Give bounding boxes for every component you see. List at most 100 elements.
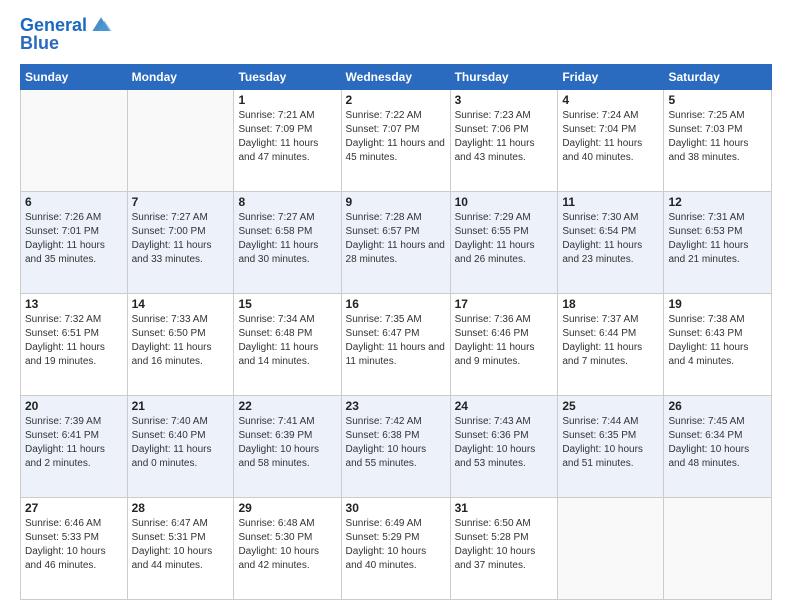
day-number: 7 <box>132 195 230 209</box>
calendar-cell: 8Sunrise: 7:27 AM Sunset: 6:58 PM Daylig… <box>234 191 341 293</box>
calendar-cell: 29Sunrise: 6:48 AM Sunset: 5:30 PM Dayli… <box>234 497 341 599</box>
day-detail: Sunrise: 7:39 AM Sunset: 6:41 PM Dayligh… <box>25 415 123 471</box>
day-number: 6 <box>25 195 123 209</box>
day-number: 27 <box>25 501 123 515</box>
calendar-cell: 26 Sunrise: 7:45 AM Sunset: 6:34 PM Dayli… <box>664 395 772 497</box>
day-number: 8 <box>238 195 336 209</box>
day-detail: Sunrise: 7:44 AM Sunset: 6:35 PM Dayligh… <box>562 415 659 471</box>
day-detail: Sunrise: 7:38 AM Sunset: 6:43 PM Dayligh… <box>668 313 767 369</box>
day-detail: Sunrise: 7:35 AM Sunset: 6:47 PM Dayligh… <box>346 313 446 369</box>
day-number: 15 <box>238 297 336 311</box>
logo-text-blue: Blue <box>20 34 59 54</box>
calendar-table: Sunday Monday Tuesday Wednesday Thursday… <box>20 64 772 600</box>
col-monday: Monday <box>127 64 234 89</box>
day-number: 21 <box>132 399 230 413</box>
calendar-cell: 28Sunrise: 6:47 AM Sunset: 5:31 PM Dayli… <box>127 497 234 599</box>
calendar-header-row: Sunday Monday Tuesday Wednesday Thursday… <box>21 64 772 89</box>
calendar-cell: 11 Sunrise: 7:30 AM Sunset: 6:54 PM Dayli… <box>558 191 664 293</box>
col-friday: Friday <box>558 64 664 89</box>
calendar-cell: 1 Sunrise: 7:21 AM Sunset: 7:09 PM Daylig… <box>234 89 341 191</box>
col-sunday: Sunday <box>21 64 128 89</box>
day-number: 19 <box>668 297 767 311</box>
calendar-cell <box>21 89 128 191</box>
day-number: 26 <box>668 399 767 413</box>
day-detail: Sunrise: 7:25 AM Sunset: 7:03 PM Dayligh… <box>668 109 767 165</box>
day-detail: Sunrise: 6:47 AM Sunset: 5:31 PM Dayligh… <box>132 517 230 573</box>
day-number: 11 <box>562 195 659 209</box>
calendar-cell <box>127 89 234 191</box>
calendar-cell: 22 Sunrise: 7:41 AM Sunset: 6:39 PM Dayli… <box>234 395 341 497</box>
calendar-cell: 12 Sunrise: 7:31 AM Sunset: 6:53 PM Dayli… <box>664 191 772 293</box>
day-number: 22 <box>238 399 336 413</box>
day-detail: Sunrise: 7:24 AM Sunset: 7:04 PM Dayligh… <box>562 109 659 165</box>
day-detail: Sunrise: 7:43 AM Sunset: 6:36 PM Dayligh… <box>455 415 554 471</box>
day-number: 14 <box>132 297 230 311</box>
day-number: 9 <box>346 195 446 209</box>
calendar-cell: 15 Sunrise: 7:34 AM Sunset: 6:48 PM Dayli… <box>234 293 341 395</box>
day-number: 18 <box>562 297 659 311</box>
calendar-cell: 3 Sunrise: 7:23 AM Sunset: 7:06 PM Daylig… <box>450 89 558 191</box>
day-detail: Sunrise: 7:34 AM Sunset: 6:48 PM Dayligh… <box>238 313 336 369</box>
calendar-cell: 27Sunrise: 6:46 AM Sunset: 5:33 PM Dayli… <box>21 497 128 599</box>
day-detail: Sunrise: 7:32 AM Sunset: 6:51 PM Dayligh… <box>25 313 123 369</box>
day-number: 25 <box>562 399 659 413</box>
day-detail: Sunrise: 7:31 AM Sunset: 6:53 PM Dayligh… <box>668 211 767 267</box>
day-number: 13 <box>25 297 123 311</box>
calendar-cell: 6 Sunrise: 7:26 AM Sunset: 7:01 PM Daylig… <box>21 191 128 293</box>
day-detail: Sunrise: 7:37 AM Sunset: 6:44 PM Dayligh… <box>562 313 659 369</box>
day-number: 3 <box>455 93 554 107</box>
header: General Blue <box>20 16 772 54</box>
day-number: 1 <box>238 93 336 107</box>
day-detail: Sunrise: 7:33 AM Sunset: 6:50 PM Dayligh… <box>132 313 230 369</box>
day-detail: Sunrise: 7:23 AM Sunset: 7:06 PM Dayligh… <box>455 109 554 165</box>
col-thursday: Thursday <box>450 64 558 89</box>
day-number: 12 <box>668 195 767 209</box>
calendar-week-4: 20 Sunrise: 7:39 AM Sunset: 6:41 PM Dayli… <box>21 395 772 497</box>
calendar-cell: 7 Sunrise: 7:27 AM Sunset: 7:00 PM Daylig… <box>127 191 234 293</box>
day-detail: Sunrise: 7:27 AM Sunset: 7:00 PM Dayligh… <box>132 211 230 267</box>
calendar-cell: 5Sunrise: 7:25 AM Sunset: 7:03 PM Daylig… <box>664 89 772 191</box>
day-number: 31 <box>455 501 554 515</box>
calendar-cell: 21 Sunrise: 7:40 AM Sunset: 6:40 PM Dayli… <box>127 395 234 497</box>
calendar-cell: 9Sunrise: 7:28 AM Sunset: 6:57 PM Daylig… <box>341 191 450 293</box>
calendar-cell: 16 Sunrise: 7:35 AM Sunset: 6:47 PM Dayli… <box>341 293 450 395</box>
day-number: 20 <box>25 399 123 413</box>
day-number: 29 <box>238 501 336 515</box>
day-number: 17 <box>455 297 554 311</box>
page: General Blue Sunday Monday Tuesday <box>0 0 792 612</box>
day-detail: Sunrise: 7:36 AM Sunset: 6:46 PM Dayligh… <box>455 313 554 369</box>
calendar-cell: 30Sunrise: 6:49 AM Sunset: 5:29 PM Dayli… <box>341 497 450 599</box>
col-saturday: Saturday <box>664 64 772 89</box>
day-detail: Sunrise: 7:42 AM Sunset: 6:38 PM Dayligh… <box>346 415 446 471</box>
calendar-cell: 4Sunrise: 7:24 AM Sunset: 7:04 PM Daylig… <box>558 89 664 191</box>
day-detail: Sunrise: 7:41 AM Sunset: 6:39 PM Dayligh… <box>238 415 336 471</box>
calendar-cell: 20 Sunrise: 7:39 AM Sunset: 6:41 PM Dayli… <box>21 395 128 497</box>
day-number: 23 <box>346 399 446 413</box>
day-detail: Sunrise: 7:29 AM Sunset: 6:55 PM Dayligh… <box>455 211 554 267</box>
calendar-cell: 19 Sunrise: 7:38 AM Sunset: 6:43 PM Dayli… <box>664 293 772 395</box>
day-detail: Sunrise: 7:21 AM Sunset: 7:09 PM Dayligh… <box>238 109 336 165</box>
calendar-cell: 14 Sunrise: 7:33 AM Sunset: 6:50 PM Dayli… <box>127 293 234 395</box>
calendar-cell: 13 Sunrise: 7:32 AM Sunset: 6:51 PM Dayli… <box>21 293 128 395</box>
day-detail: Sunrise: 7:30 AM Sunset: 6:54 PM Dayligh… <box>562 211 659 267</box>
day-detail: Sunrise: 7:40 AM Sunset: 6:40 PM Dayligh… <box>132 415 230 471</box>
day-number: 24 <box>455 399 554 413</box>
col-tuesday: Tuesday <box>234 64 341 89</box>
calendar-cell: 10 Sunrise: 7:29 AM Sunset: 6:55 PM Dayli… <box>450 191 558 293</box>
day-detail: Sunrise: 7:45 AM Sunset: 6:34 PM Dayligh… <box>668 415 767 471</box>
calendar-cell: 25 Sunrise: 7:44 AM Sunset: 6:35 PM Dayli… <box>558 395 664 497</box>
calendar-cell: 17 Sunrise: 7:36 AM Sunset: 6:46 PM Dayli… <box>450 293 558 395</box>
calendar-cell: 18 Sunrise: 7:37 AM Sunset: 6:44 PM Dayli… <box>558 293 664 395</box>
day-detail: Sunrise: 6:50 AM Sunset: 5:28 PM Dayligh… <box>455 517 554 573</box>
day-number: 2 <box>346 93 446 107</box>
day-number: 10 <box>455 195 554 209</box>
calendar-week-1: 1 Sunrise: 7:21 AM Sunset: 7:09 PM Daylig… <box>21 89 772 191</box>
calendar-cell: 2 Sunrise: 7:22 AM Sunset: 7:07 PM Daylig… <box>341 89 450 191</box>
calendar-cell <box>558 497 664 599</box>
col-wednesday: Wednesday <box>341 64 450 89</box>
day-detail: Sunrise: 6:49 AM Sunset: 5:29 PM Dayligh… <box>346 517 446 573</box>
day-number: 16 <box>346 297 446 311</box>
day-detail: Sunrise: 7:22 AM Sunset: 7:07 PM Dayligh… <box>346 109 446 165</box>
day-detail: Sunrise: 7:26 AM Sunset: 7:01 PM Dayligh… <box>25 211 123 267</box>
calendar-cell: 23 Sunrise: 7:42 AM Sunset: 6:38 PM Dayli… <box>341 395 450 497</box>
